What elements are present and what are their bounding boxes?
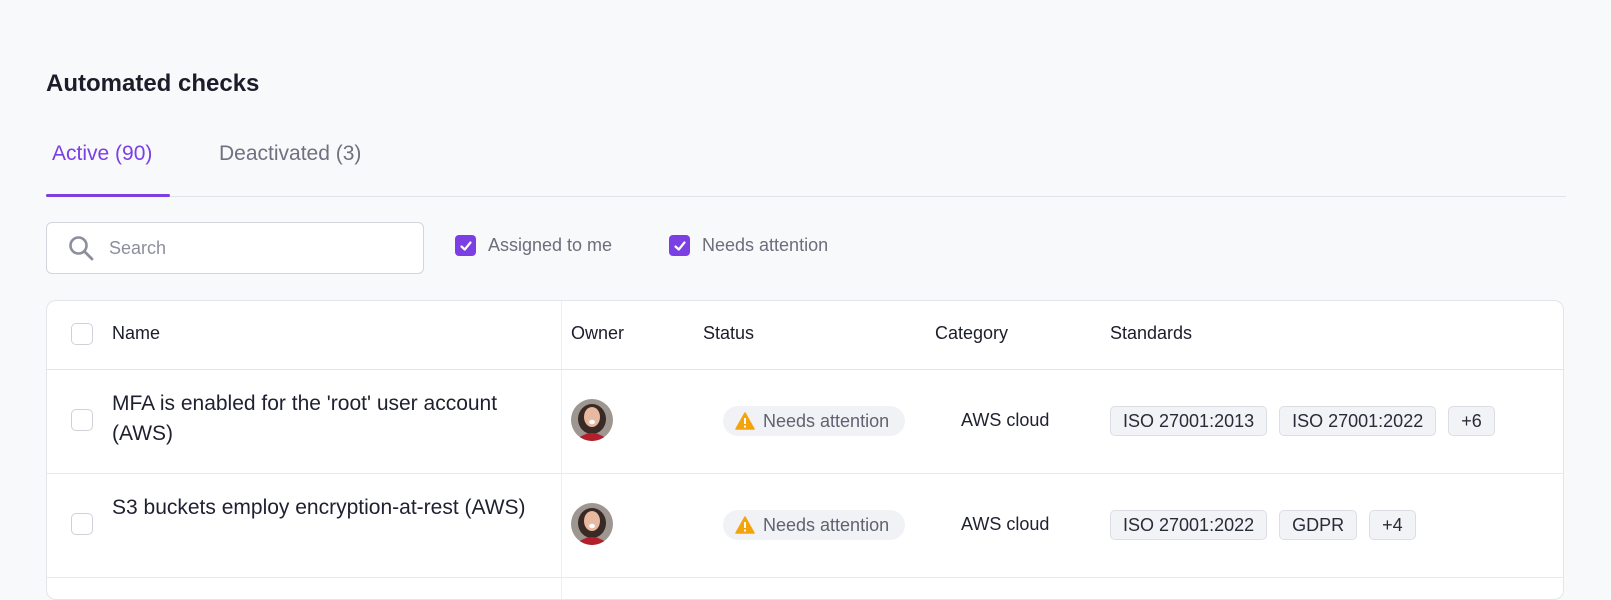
- standard-tag[interactable]: ISO 27001:2022: [1110, 510, 1268, 540]
- active-tab-indicator: [46, 194, 170, 197]
- warning-icon: [735, 412, 755, 430]
- assigned-to-me-checkbox[interactable]: [455, 235, 476, 256]
- avatar[interactable]: [571, 399, 613, 441]
- assigned-to-me-label: Assigned to me: [488, 235, 613, 255]
- check-name[interactable]: MFA is enabled for the 'root' user accou…: [112, 389, 542, 449]
- avatar[interactable]: [571, 503, 613, 545]
- status-badge: Needs attention: [723, 406, 906, 436]
- status-badge: Needs attention: [723, 510, 906, 540]
- status-label: Needs attention: [763, 410, 890, 431]
- standard-tag[interactable]: ISO 27001:2013: [1110, 406, 1268, 436]
- table-row[interactable]: MFA is enabled for the 'root' user accou…: [47, 369, 1563, 474]
- page-title: Automated checks: [46, 70, 260, 97]
- column-header-name[interactable]: Name: [112, 323, 160, 344]
- search-input[interactable]: [107, 236, 411, 260]
- checks-table: Name Owner Status Category Standards MFA…: [46, 300, 1564, 600]
- column-header-owner[interactable]: Owner: [571, 323, 624, 344]
- category-label: AWS cloud: [961, 410, 1050, 430]
- check-icon: [673, 240, 686, 251]
- search-icon: [69, 236, 94, 261]
- needs-attention-label: Needs attention: [702, 235, 829, 255]
- tab-bar: Active (90) Deactivated (3): [46, 128, 1566, 197]
- standards-list: ISO 27001:2013 ISO 27001:2022 +6: [1110, 406, 1495, 436]
- row-checkbox[interactable]: [71, 513, 93, 535]
- more-standards-tag[interactable]: +4: [1369, 510, 1416, 540]
- category-label: AWS cloud: [961, 514, 1050, 534]
- table-header: Name Owner Status Category Standards: [47, 301, 1563, 370]
- search-box[interactable]: [46, 222, 424, 274]
- row-checkbox[interactable]: [71, 409, 93, 431]
- standard-tag[interactable]: ISO 27001:2022: [1279, 406, 1437, 436]
- tab-active[interactable]: Active (90): [46, 142, 158, 166]
- filter-needs-attention[interactable]: Needs attention: [669, 235, 828, 256]
- tab-deactivated[interactable]: Deactivated (3): [213, 142, 367, 166]
- owner-avatar-icon: [571, 399, 613, 441]
- check-name[interactable]: S3 buckets employ encryption-at-rest (AW…: [112, 493, 542, 523]
- check-icon: [459, 240, 472, 251]
- column-header-status[interactable]: Status: [703, 323, 754, 344]
- filter-assigned-to-me[interactable]: Assigned to me: [455, 235, 612, 256]
- owner-avatar-icon: [571, 503, 613, 545]
- more-standards-tag[interactable]: +6: [1448, 406, 1495, 436]
- standards-list: ISO 27001:2022 GDPR +4: [1110, 510, 1416, 540]
- needs-attention-checkbox[interactable]: [669, 235, 690, 256]
- select-all-checkbox[interactable]: [71, 323, 93, 345]
- column-header-standards[interactable]: Standards: [1110, 323, 1192, 344]
- status-label: Needs attention: [763, 514, 890, 535]
- warning-icon: [735, 516, 755, 534]
- standard-tag[interactable]: GDPR: [1279, 510, 1358, 540]
- table-row[interactable]: S3 buckets employ encryption-at-rest (AW…: [47, 473, 1563, 578]
- column-header-category[interactable]: Category: [935, 323, 1008, 344]
